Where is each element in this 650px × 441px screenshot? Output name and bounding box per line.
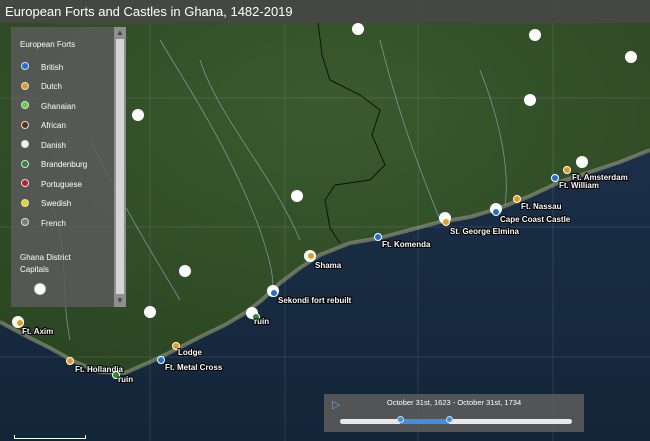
fort-label: St. George Elmina <box>450 227 519 236</box>
legend-item-label: African <box>41 121 66 130</box>
fort-marker[interactable] <box>16 319 24 327</box>
fort-marker[interactable] <box>492 208 500 216</box>
time-range-label: October 31st, 1623 - October 31st, 1734 <box>386 398 522 407</box>
fort-label: Shama <box>315 261 342 270</box>
fort-label: Lodge <box>178 348 203 357</box>
fort-marker[interactable] <box>374 233 382 241</box>
legend-swatch <box>21 62 29 70</box>
time-slider-range <box>400 419 450 424</box>
legend-swatch <box>21 218 29 226</box>
legend-heading-capitals-1: Ghana District <box>20 253 71 262</box>
capital-icon <box>34 283 46 295</box>
legend-swatch <box>21 140 29 148</box>
legend-item: Ghanaian <box>21 100 76 112</box>
legend-item-label: French <box>41 218 66 228</box>
fort-marker[interactable] <box>307 252 315 260</box>
scale-bar <box>14 435 86 439</box>
fort-label: ruin <box>118 375 133 384</box>
legend-content: European Forts British Dutch Ghanaian Afric… <box>11 27 114 307</box>
fort-marker[interactable] <box>513 195 521 203</box>
fort-label: Ft. Axim <box>22 327 53 336</box>
legend-swatch <box>21 179 29 187</box>
legend-item: Brandenburg <box>21 159 88 171</box>
fort-label: Ft. Metal Cross <box>165 363 223 372</box>
time-slider-end-handle[interactable] <box>445 416 453 423</box>
fort-marker[interactable] <box>442 218 450 226</box>
fort-marker[interactable] <box>157 356 165 364</box>
time-slider-start-handle[interactable] <box>396 416 404 423</box>
legend-item-label: Swedish <box>41 199 72 208</box>
legend-swatch <box>21 81 29 90</box>
scroll-up-icon[interactable]: ▲ <box>114 27 126 39</box>
legend-heading-forts: European Forts <box>20 40 76 49</box>
legend-item: Dutch <box>21 81 62 93</box>
fort-marker[interactable] <box>563 166 571 174</box>
fort-marker[interactable] <box>270 289 278 297</box>
legend-item-label: Danish <box>41 140 66 150</box>
legend-swatch <box>21 159 29 168</box>
legend-panel: European Forts British Dutch Ghanaian Afric… <box>11 27 126 307</box>
legend-item: British <box>21 61 64 73</box>
fort-label: Ft. William <box>559 181 599 190</box>
legend-item-label: Portuguese <box>41 179 82 189</box>
legend-item: French <box>21 217 66 229</box>
fort-label: Ft. Nassau <box>521 202 562 211</box>
legend-item: African <box>21 120 66 132</box>
legend-item: Danish <box>21 139 66 151</box>
time-slider-track[interactable] <box>340 416 572 424</box>
time-slider-panel: ▷ October 31st, 1623 - October 31st, 173… <box>324 394 584 432</box>
fort-label: ruin <box>254 317 269 326</box>
legend-swatch <box>21 101 29 109</box>
fort-marker[interactable] <box>551 174 559 182</box>
fort-marker[interactable] <box>66 357 74 365</box>
fort-label: Cape Coast Castle <box>500 215 571 224</box>
scroll-thumb[interactable] <box>116 39 124 294</box>
legend-heading-capitals-2: Capitals <box>20 265 49 274</box>
fort-label: Sekondi fort rebuilt <box>278 296 352 305</box>
fort-label: Ft. Komenda <box>382 240 431 249</box>
legend-item: Portuguese <box>21 178 82 190</box>
legend-swatch <box>21 120 29 129</box>
legend-item: Swedish <box>21 198 72 210</box>
legend-item-label: Dutch <box>41 82 62 91</box>
scroll-down-icon[interactable]: ▼ <box>114 295 126 307</box>
legend-swatch <box>21 198 29 207</box>
map-title: European Forts and Castles in Ghana, 148… <box>0 0 650 23</box>
legend-item-label: Ghanaian <box>41 101 76 111</box>
legend-scrollbar[interactable]: ▲ ▼ <box>114 27 126 307</box>
legend-item-label: Brandenburg <box>41 160 88 169</box>
legend-item-label: British <box>41 62 64 72</box>
